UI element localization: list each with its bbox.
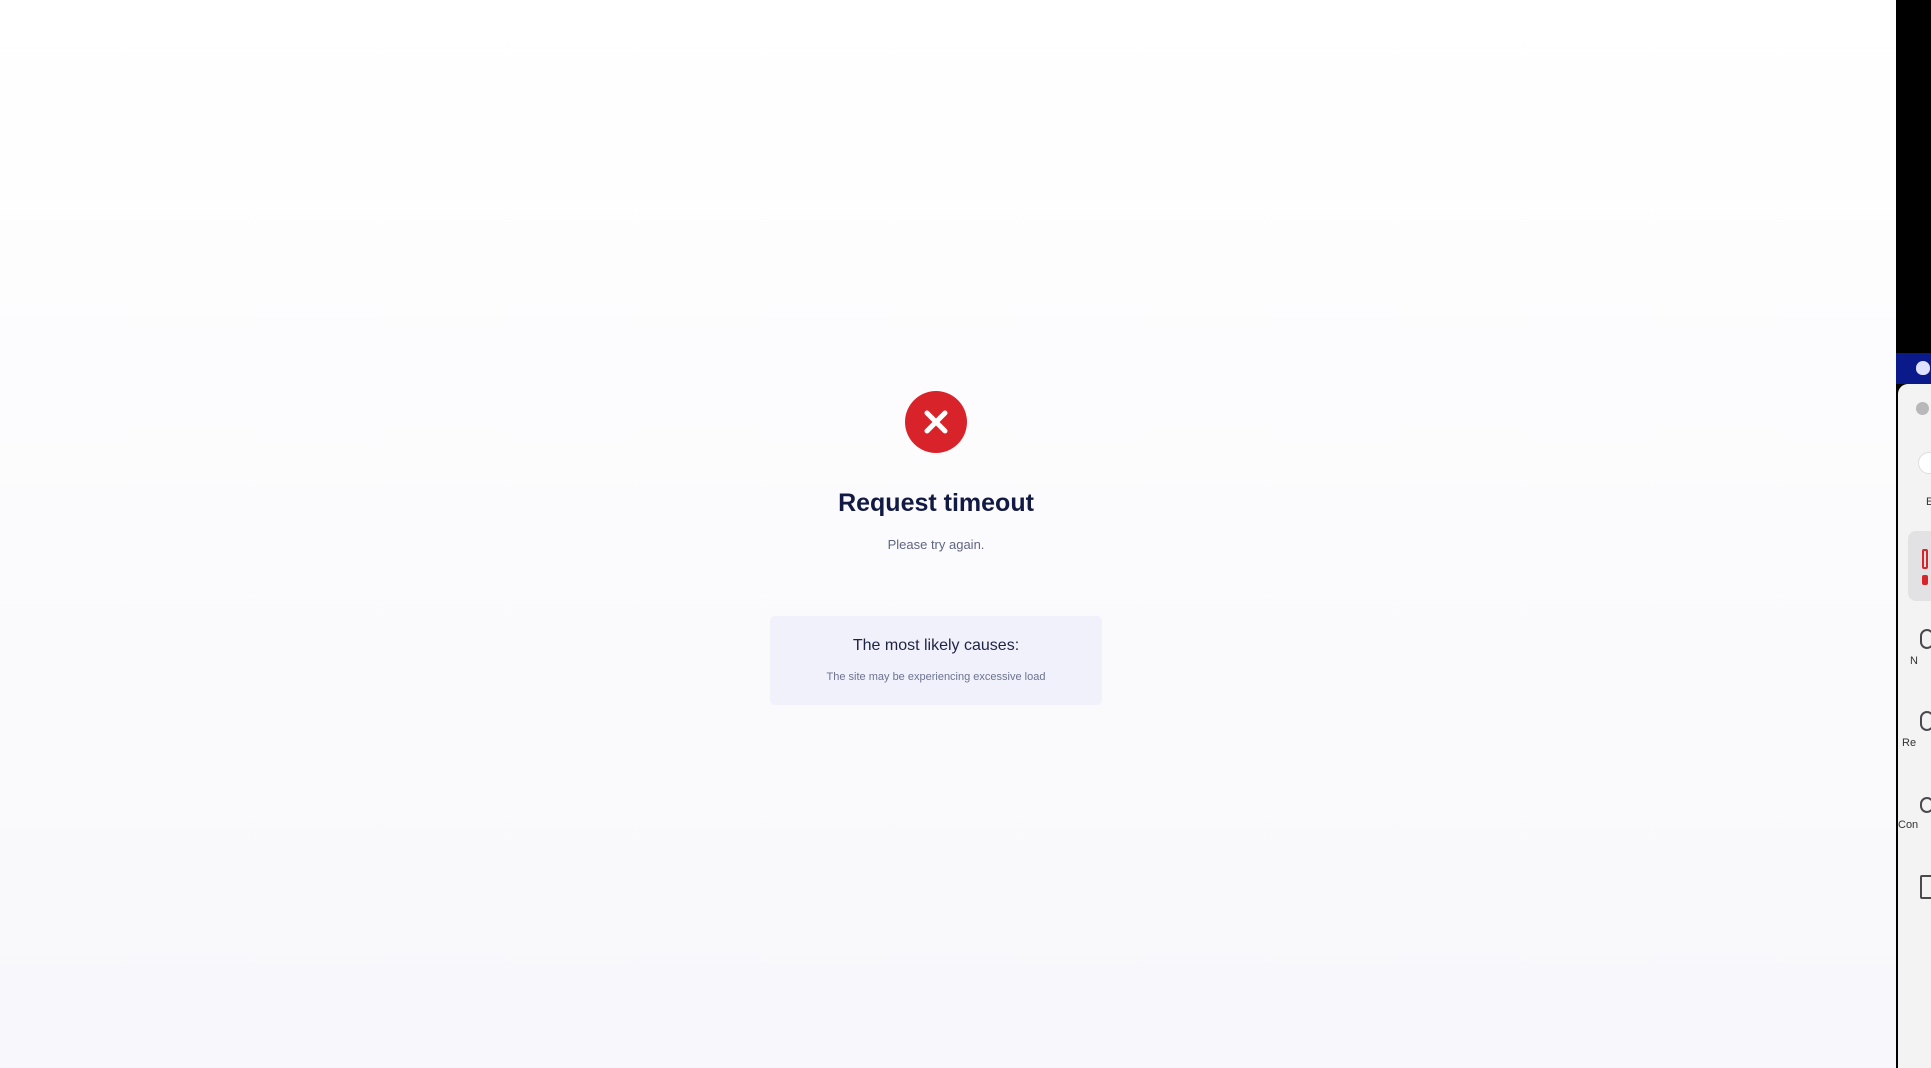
apple-icon[interactable] [1916,361,1930,375]
sidebar-item-label: Re [1902,737,1917,749]
clock-icon [1920,711,1931,731]
sidebar-item-doc[interactable] [1898,875,1931,935]
sidebar-item-label: N [1910,655,1918,667]
sidebar-item-re[interactable]: Re [1898,711,1931,771]
desktop-background: E N Re Con [1896,0,1931,1068]
sidebar-item-label: E [1926,496,1931,508]
indicator-icon [1922,549,1928,569]
menu-bar [1896,353,1931,384]
cause-item: The site may be experiencing excessive l… [826,671,1046,683]
causes-panel: The most likely causes: The site may be … [770,616,1102,705]
error-badge [905,391,967,453]
close-icon [924,410,948,434]
indicator-mark [1922,575,1928,585]
window-close-button[interactable] [1916,402,1929,415]
contacts-icon [1920,797,1931,813]
causes-heading: The most likely causes: [852,637,1020,654]
error-page: Request timeout Please try again. The mo… [0,0,1896,1068]
side-app-window: E N Re Con [1898,384,1931,1068]
document-icon [1920,875,1931,899]
sidebar-item-label: Con [1898,819,1919,831]
sidebar-item-con[interactable]: Con [1898,793,1931,853]
clock-icon [1920,629,1931,649]
page-title: Request timeout [838,489,1034,517]
app-avatar-icon[interactable] [1918,452,1931,474]
sidebar-item-n[interactable]: N [1898,629,1931,689]
sidebar-item-active[interactable] [1908,531,1931,601]
error-message: Please try again. [887,537,985,552]
